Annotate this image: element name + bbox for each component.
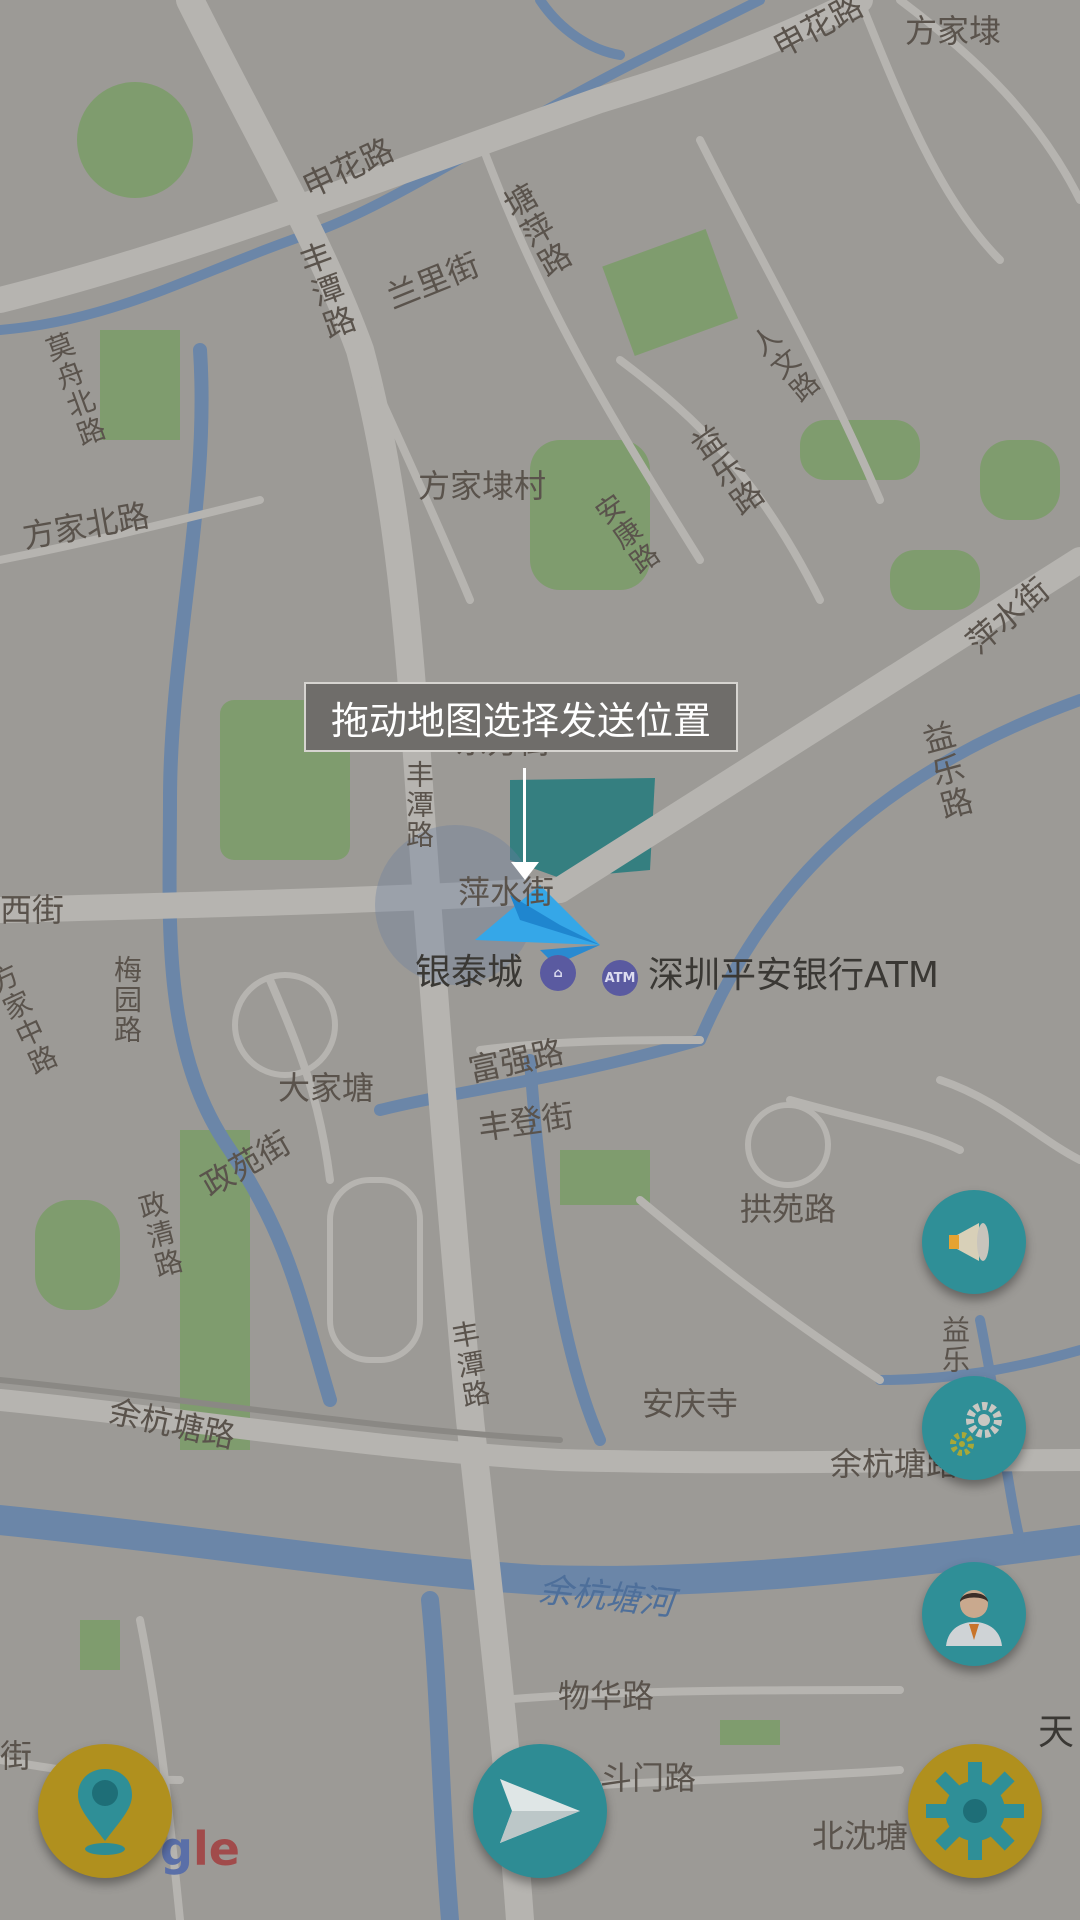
poi-yintaicheng[interactable]: 银泰城 <box>415 955 523 991</box>
profile-button[interactable] <box>922 1562 1026 1666</box>
map-label: 大家塘 <box>278 1069 375 1107</box>
map-label: 丰潭路 <box>402 760 435 850</box>
megaphone-icon <box>949 1223 989 1261</box>
atm-icon: ATM <box>602 960 638 996</box>
map-label: 梅园路 <box>110 955 143 1045</box>
map-label: 萍水街 <box>458 873 555 911</box>
options-button[interactable] <box>908 1744 1042 1878</box>
hint-arrow-line <box>523 768 526 870</box>
map-label: 方家埭村 <box>418 467 547 505</box>
map-label: 西街 <box>0 891 65 929</box>
map-label: 天 <box>1038 1712 1075 1753</box>
map-label: 斗门路 <box>600 1759 697 1797</box>
cog-icon <box>926 1762 1024 1860</box>
settings-button[interactable] <box>922 1376 1026 1480</box>
gears-icon <box>950 1402 1002 1456</box>
drag-hint-tooltip: 拖动地图选择发送位置 <box>304 682 738 752</box>
map-pin-icon <box>78 1769 132 1855</box>
google-logo: gle <box>160 1822 240 1876</box>
poi-pingan-atm[interactable]: 深圳平安银行ATM <box>648 958 939 994</box>
send-button[interactable] <box>473 1744 607 1878</box>
shopping-bag-icon: ⌂ <box>540 955 576 991</box>
location-button[interactable] <box>38 1744 172 1878</box>
map-label: 益乐 <box>938 1315 971 1375</box>
map-label: 方家埭 <box>905 12 1002 50</box>
person-icon <box>946 1590 1002 1646</box>
map-label: 街 <box>0 1737 33 1775</box>
map-label: 北沈塘 <box>812 1817 909 1855</box>
hint-arrow-head <box>511 862 539 880</box>
map-label: 物华路 <box>558 1677 655 1715</box>
broadcast-button[interactable] <box>922 1190 1026 1294</box>
paper-plane-icon <box>500 1779 580 1843</box>
map-label: 拱苑路 <box>740 1190 837 1228</box>
map-label: 安庆寺 <box>642 1385 739 1423</box>
